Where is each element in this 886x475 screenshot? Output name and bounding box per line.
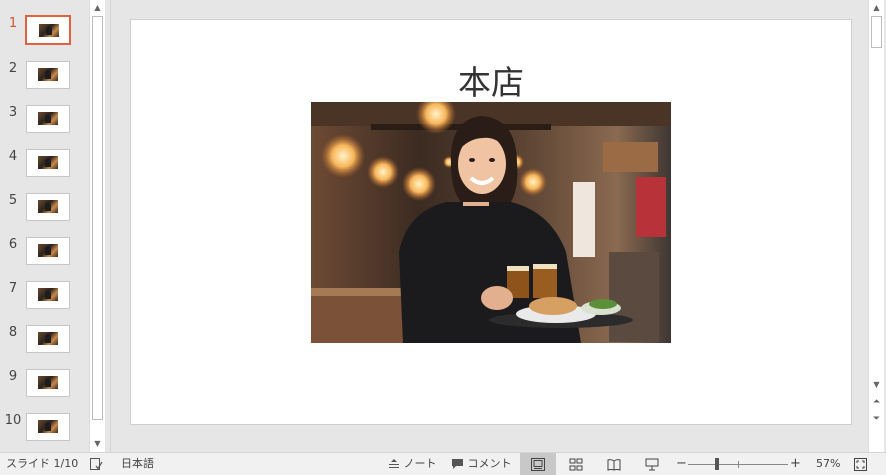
language-indicator[interactable]: 日本語 bbox=[121, 453, 154, 475]
thumbnail-image bbox=[26, 61, 70, 89]
comment-icon bbox=[452, 459, 463, 469]
slide-number: 7 bbox=[8, 281, 18, 296]
previous-slide-icon[interactable]: ⏶ bbox=[869, 395, 884, 411]
slide-number: 2 bbox=[8, 61, 18, 76]
slide-editor: 本店 ▲ ▼ ⏶ ⏷ bbox=[110, 0, 884, 452]
fit-to-window-icon bbox=[853, 457, 867, 471]
notes-label: ノート bbox=[403, 457, 437, 470]
reading-view-icon bbox=[607, 458, 621, 471]
slide-thumbnail-3[interactable]: 3 bbox=[0, 105, 88, 149]
scroll-down-icon[interactable]: ▼ bbox=[90, 436, 105, 452]
zoom-slider[interactable] bbox=[688, 453, 788, 475]
slide-canvas[interactable]: 本店 bbox=[130, 19, 852, 425]
normal-view-icon bbox=[531, 457, 545, 471]
slide-sorter-view-button[interactable] bbox=[558, 453, 594, 475]
thumbnail-image bbox=[26, 369, 70, 397]
slide-thumbnail-7[interactable]: 7 bbox=[0, 281, 88, 325]
slide-show-icon bbox=[645, 458, 659, 470]
slide-thumbnail-9[interactable]: 9 bbox=[0, 369, 88, 413]
thumbnail-image bbox=[26, 281, 70, 309]
slide-number: 5 bbox=[8, 193, 18, 208]
slide-thumbnail-8[interactable]: 8 bbox=[0, 325, 88, 369]
slide-title[interactable]: 本店 bbox=[131, 56, 851, 104]
zoom-out-button[interactable]: − bbox=[676, 453, 687, 475]
normal-view-button[interactable] bbox=[520, 453, 556, 475]
zoom-in-button[interactable]: + bbox=[790, 453, 801, 475]
slide-number: 6 bbox=[8, 237, 18, 252]
slide-show-button[interactable] bbox=[634, 453, 670, 475]
scrollbar-thumb[interactable] bbox=[92, 16, 103, 420]
slide-number: 9 bbox=[8, 369, 18, 384]
notes-button[interactable]: ノート bbox=[388, 453, 437, 475]
thumbnail-image bbox=[26, 193, 70, 221]
thumbnail-image bbox=[26, 325, 70, 353]
slide-number: 1 bbox=[8, 16, 18, 31]
slide-sorter-icon bbox=[569, 458, 583, 470]
thumbnail-image bbox=[25, 15, 71, 45]
next-slide-icon[interactable]: ⏷ bbox=[869, 412, 884, 428]
editor-scrollbar[interactable]: ▲ ▼ ⏶ ⏷ bbox=[868, 0, 884, 452]
slide-number: 3 bbox=[8, 105, 18, 120]
slide-number: 10 bbox=[4, 413, 22, 428]
slide-thumbnail-pane: 1 2 3 4 5 6 7 8 9 10 ▲ ▼ bbox=[0, 0, 110, 452]
thumbnail-image bbox=[26, 105, 70, 133]
thumbnail-image bbox=[26, 149, 70, 177]
spell-check-icon[interactable] bbox=[89, 453, 103, 475]
scroll-up-icon[interactable]: ▲ bbox=[90, 0, 105, 16]
scrollbar-thumb[interactable] bbox=[871, 16, 882, 48]
slide-thumbnail-2[interactable]: 2 bbox=[0, 61, 88, 105]
thumbnail-scrollbar[interactable]: ▲ ▼ bbox=[89, 0, 105, 452]
slide-thumbnail-6[interactable]: 6 bbox=[0, 237, 88, 281]
scroll-down-icon[interactable]: ▼ bbox=[869, 377, 884, 393]
slide-number: 4 bbox=[8, 149, 18, 164]
notes-icon bbox=[389, 459, 399, 468]
fit-to-window-button[interactable] bbox=[846, 453, 874, 475]
slide-thumbnail-1[interactable]: 1 bbox=[0, 15, 88, 60]
comments-button[interactable]: コメント bbox=[451, 453, 512, 475]
reading-view-button[interactable] bbox=[596, 453, 632, 475]
slide-thumbnail-10[interactable]: 10 bbox=[0, 413, 88, 457]
slide-indicator: スライド 1/10 bbox=[6, 457, 79, 470]
comments-label: コメント bbox=[467, 457, 512, 470]
slide-thumbnail-4[interactable]: 4 bbox=[0, 149, 88, 193]
slide-number: 8 bbox=[8, 325, 18, 340]
restaurant-staff-photo[interactable] bbox=[311, 102, 671, 343]
zoom-level[interactable]: 57% bbox=[816, 453, 840, 475]
slide-thumbnail-5[interactable]: 5 bbox=[0, 193, 88, 237]
thumbnail-image bbox=[26, 237, 70, 265]
status-bar: スライド 1/10 日本語 ノート コメント − + 57% bbox=[0, 452, 886, 475]
scroll-up-icon[interactable]: ▲ bbox=[869, 0, 884, 16]
thumbnail-image bbox=[26, 413, 70, 441]
zoom-slider-thumb[interactable] bbox=[714, 458, 719, 470]
